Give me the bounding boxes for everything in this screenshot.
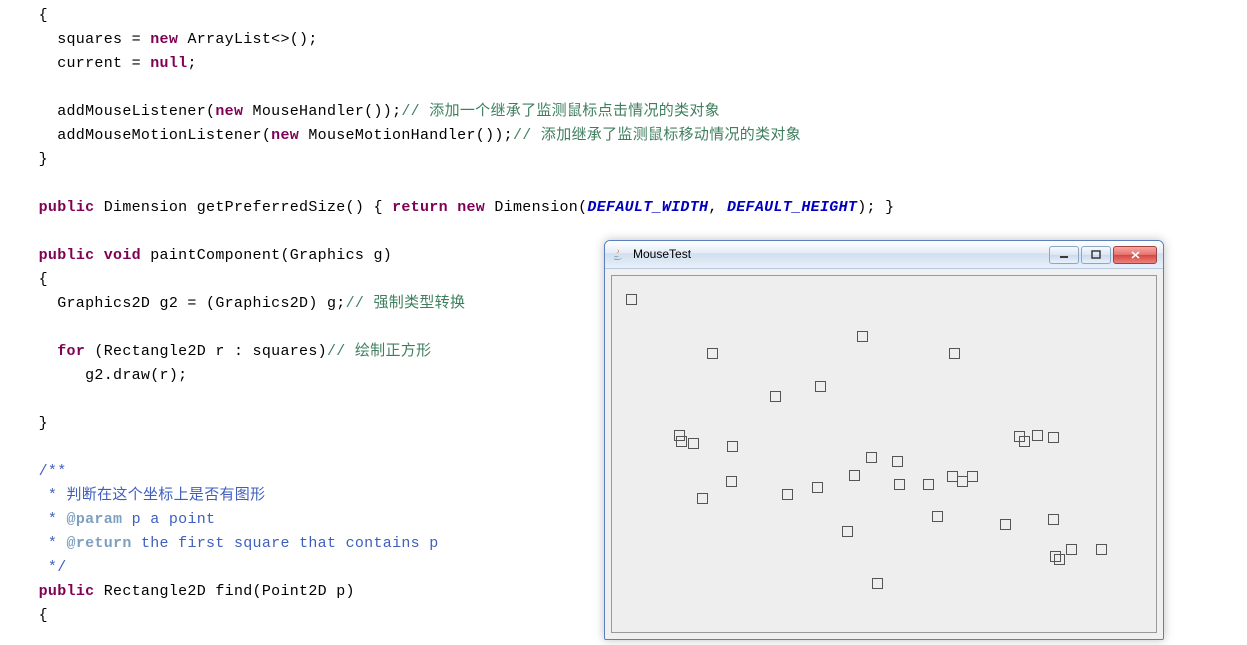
minimize-button[interactable] [1049, 246, 1079, 264]
square[interactable] [1032, 430, 1043, 441]
square[interactable] [849, 470, 860, 481]
code-line: { [20, 7, 48, 24]
square[interactable] [949, 348, 960, 359]
code-line: public Rectangle2D find(Point2D p) [20, 583, 355, 600]
maximize-button[interactable] [1081, 246, 1111, 264]
code-line: */ [20, 559, 67, 576]
code-line: addMouseMotionListener(new MouseMotionHa… [20, 127, 801, 144]
code-line: public Dimension getPreferredSize() { re… [20, 199, 894, 216]
square[interactable] [857, 331, 868, 342]
square[interactable] [1066, 544, 1077, 555]
square[interactable] [707, 348, 718, 359]
square[interactable] [815, 381, 826, 392]
square[interactable] [866, 452, 877, 463]
code-line: g2.draw(r); [20, 367, 187, 384]
code-line: squares = new ArrayList<>(); [20, 31, 318, 48]
square[interactable] [812, 482, 823, 493]
square[interactable] [676, 436, 687, 447]
code-line: * 判断在这个坐标上是否有图形 [20, 487, 265, 504]
square[interactable] [892, 456, 903, 467]
code-line: } [20, 415, 48, 432]
code-line: addMouseListener(new MouseHandler());// … [20, 103, 720, 120]
square[interactable] [727, 441, 738, 452]
app-window[interactable]: MouseTest [604, 240, 1164, 640]
square[interactable] [1019, 436, 1030, 447]
code-line: * @return the first square that contains… [20, 535, 439, 552]
code-line: for (Rectangle2D r : squares)// 绘制正方形 [20, 343, 431, 360]
code-line: * @param p a point [20, 511, 215, 528]
square[interactable] [894, 479, 905, 490]
code-line: current = null; [20, 55, 197, 72]
window-controls [1047, 246, 1157, 264]
code-line: } [20, 151, 48, 168]
square[interactable] [626, 294, 637, 305]
square[interactable] [932, 511, 943, 522]
close-button[interactable] [1113, 246, 1157, 264]
square[interactable] [726, 476, 737, 487]
code-line: /** [20, 463, 67, 480]
square[interactable] [1000, 519, 1011, 530]
code-line: public void paintComponent(Graphics g) [20, 247, 392, 264]
square[interactable] [1054, 554, 1065, 565]
window-titlebar[interactable]: MouseTest [605, 241, 1163, 269]
square[interactable] [842, 526, 853, 537]
window-title: MouseTest [633, 245, 1047, 264]
square[interactable] [688, 438, 699, 449]
java-icon [611, 247, 627, 263]
square[interactable] [923, 479, 934, 490]
drawing-canvas[interactable] [611, 275, 1157, 633]
square[interactable] [1048, 432, 1059, 443]
square[interactable] [770, 391, 781, 402]
square[interactable] [872, 578, 883, 589]
square[interactable] [697, 493, 708, 504]
square[interactable] [1048, 514, 1059, 525]
square[interactable] [1096, 544, 1107, 555]
square[interactable] [967, 471, 978, 482]
code-line: { [20, 607, 48, 624]
square[interactable] [782, 489, 793, 500]
code-line: { [20, 271, 48, 288]
code-line: Graphics2D g2 = (Graphics2D) g;// 强制类型转换 [20, 295, 465, 312]
